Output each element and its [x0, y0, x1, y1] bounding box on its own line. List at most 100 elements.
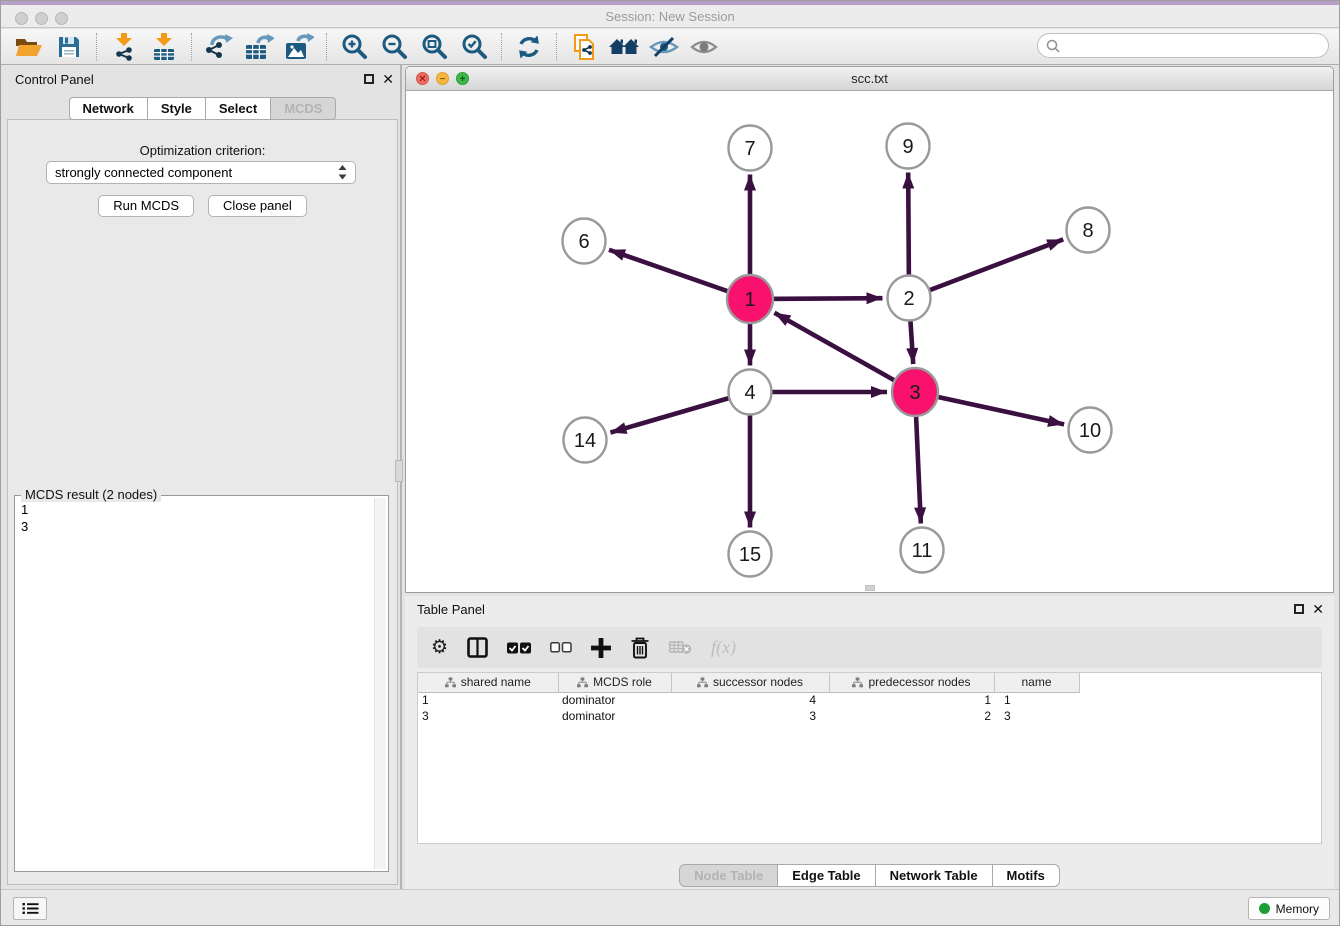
column-header-shared-name[interactable]: shared name	[418, 673, 558, 692]
search-field[interactable]	[1037, 33, 1329, 58]
tab-node-table[interactable]: Node Table	[679, 864, 778, 887]
float-table-panel-icon[interactable]	[1294, 604, 1304, 614]
panel-splitter-grip[interactable]	[395, 460, 403, 482]
result-scrollbar[interactable]	[374, 498, 386, 869]
import-network-icon[interactable]	[104, 31, 144, 63]
task-history-button[interactable]	[13, 897, 47, 920]
list-icon	[22, 902, 39, 915]
tab-edge-table[interactable]: Edge Table	[778, 864, 875, 887]
column-header-predecessor-nodes[interactable]: predecessor nodes	[829, 673, 994, 692]
table-cell[interactable]: 4	[671, 692, 829, 708]
graph-node-4[interactable]: 4	[729, 370, 772, 415]
tree-icon	[577, 677, 588, 688]
network-window: ✕ − + scc.txt 1 2 3 4 6 7 8 9 10 11 14 15	[405, 66, 1334, 593]
table-cell[interactable]: 3	[418, 708, 558, 724]
table-cell[interactable]: dominator	[558, 708, 671, 724]
optimization-criterion-label: Optimization criterion:	[8, 143, 397, 158]
add-column-icon[interactable]	[591, 638, 611, 658]
gear-icon[interactable]: ⚙	[431, 638, 448, 658]
graph-node-1[interactable]: 1	[727, 275, 773, 323]
graph-node-2[interactable]: 2	[888, 276, 931, 321]
export-image-icon[interactable]	[279, 31, 319, 63]
columns-icon[interactable]	[467, 637, 488, 658]
table-cell[interactable]: dominator	[558, 692, 671, 708]
svg-text:2: 2	[903, 288, 914, 310]
export-table-icon[interactable]	[239, 31, 279, 63]
close-panel-icon[interactable]: ✕	[382, 73, 394, 85]
graph-node-8[interactable]: 8	[1067, 208, 1110, 253]
network-canvas[interactable]: 1 2 3 4 6 7 8 9 10 11 14 15	[406, 91, 1333, 592]
zoom-in-icon[interactable]	[334, 31, 374, 63]
criterion-dropdown[interactable]: strongly connected component	[46, 161, 356, 184]
svg-text:4: 4	[744, 382, 755, 404]
application-window: Session: New Session	[0, 0, 1340, 926]
close-table-panel-icon[interactable]: ✕	[1312, 603, 1324, 615]
trash-icon[interactable]	[630, 637, 650, 659]
graph-node-6[interactable]: 6	[563, 219, 606, 264]
table-cell[interactable]: 1	[418, 692, 558, 708]
deselect-checkboxes-icon[interactable]	[550, 642, 572, 653]
mcds-result-line: 1	[21, 501, 370, 518]
table-cell[interactable]: 2	[829, 708, 994, 724]
export-network-icon[interactable]	[199, 31, 239, 63]
zoom-out-icon[interactable]	[374, 31, 414, 63]
select-all-checkboxes-icon[interactable]	[507, 642, 531, 654]
eye-slash-icon[interactable]	[644, 31, 684, 63]
svg-text:11: 11	[912, 540, 933, 562]
svg-text:1: 1	[744, 289, 755, 311]
copy-network-icon[interactable]	[564, 31, 604, 63]
graph-node-3[interactable]: 3	[892, 368, 938, 416]
tab-motifs[interactable]: Motifs	[993, 864, 1060, 887]
table-cell[interactable]: 3	[994, 708, 1079, 724]
float-panel-icon[interactable]	[364, 74, 374, 84]
import-table-icon[interactable]	[144, 31, 184, 63]
criterion-value: strongly connected component	[55, 165, 338, 180]
column-header-mcds-role[interactable]: MCDS role	[558, 673, 671, 692]
table-cell[interactable]: 1	[994, 692, 1079, 708]
column-header-successor-nodes[interactable]: successor nodes	[671, 673, 829, 692]
table-tabs: Node Table Edge Table Network Table Moti…	[405, 864, 1334, 887]
zoom-selected-icon[interactable]	[454, 31, 494, 63]
toolbar-separator	[191, 33, 192, 61]
table-row[interactable]: 1dominator411	[418, 692, 1079, 708]
eye-icon[interactable]	[684, 31, 724, 63]
tab-select[interactable]: Select	[206, 97, 271, 120]
table-row[interactable]: 3dominator323	[418, 708, 1079, 724]
tab-network[interactable]: Network	[69, 97, 148, 120]
tab-style[interactable]: Style	[148, 97, 206, 120]
svg-text:10: 10	[1079, 420, 1101, 442]
window-title: Session: New Session	[1, 9, 1339, 24]
close-panel-button[interactable]: Close panel	[208, 195, 307, 217]
tab-network-table[interactable]: Network Table	[876, 864, 993, 887]
graph-node-7[interactable]: 7	[729, 126, 772, 171]
graph-node-10[interactable]: 10	[1069, 408, 1112, 453]
tree-icon	[852, 677, 863, 688]
tab-mcds[interactable]: MCDS	[271, 97, 336, 120]
homes-icon[interactable]	[604, 31, 644, 63]
search-input[interactable]	[1065, 38, 1328, 53]
open-folder-icon[interactable]	[9, 31, 49, 63]
save-icon[interactable]	[49, 31, 89, 63]
run-mcds-button[interactable]: Run MCDS	[98, 195, 194, 217]
delete-table-icon-disabled	[669, 640, 692, 655]
table-panel: Table Panel ✕ ⚙	[405, 596, 1334, 891]
column-header-name[interactable]: name	[994, 673, 1079, 692]
svg-text:15: 15	[739, 544, 761, 566]
search-icon	[1046, 39, 1060, 53]
svg-text:7: 7	[744, 138, 755, 160]
canvas-resize-grip[interactable]	[865, 585, 875, 591]
graph-node-15[interactable]: 15	[729, 532, 772, 577]
graph-edge-2-8[interactable]	[909, 239, 1063, 298]
table-header-row: shared name MCDS role successor nodes pr…	[418, 673, 1079, 692]
graph-node-11[interactable]: 11	[901, 528, 944, 573]
refresh-icon[interactable]	[509, 31, 549, 63]
table-cell[interactable]: 3	[671, 708, 829, 724]
memory-button[interactable]: Memory	[1248, 897, 1330, 920]
memory-status-icon	[1259, 903, 1270, 914]
network-window-titlebar[interactable]: ✕ − + scc.txt	[406, 67, 1333, 91]
graph-node-9[interactable]: 9	[887, 124, 930, 169]
table-cell[interactable]: 1	[829, 692, 994, 708]
zoom-fit-icon[interactable]	[414, 31, 454, 63]
graph-node-14[interactable]: 14	[564, 418, 607, 463]
control-panel-tabs: Network Style Select MCDS	[7, 97, 398, 120]
